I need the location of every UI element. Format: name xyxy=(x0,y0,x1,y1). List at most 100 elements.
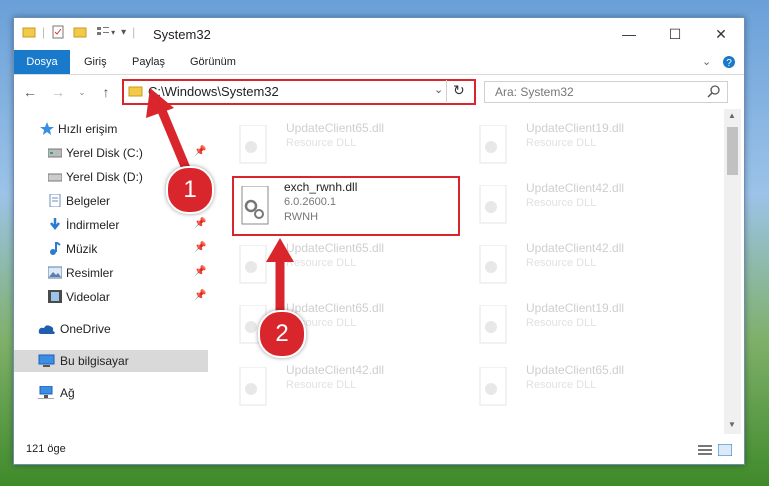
pictures-icon xyxy=(48,266,62,279)
chevron-down-icon[interactable]: ⌄ xyxy=(702,55,711,68)
minimize-button[interactable]: — xyxy=(606,18,652,50)
search-icon[interactable] xyxy=(707,85,721,99)
file-item[interactable]: UpdateClient42.dll Resource DLL xyxy=(230,359,450,415)
ribbon-tabs: Dosya Giriş Paylaş Görünüm ⌄ ? xyxy=(14,50,744,75)
file-name: UpdateClient65.dll xyxy=(286,121,385,135)
status-bar: 121 öge xyxy=(14,434,744,464)
file-name: UpdateClient65.dll xyxy=(526,363,625,377)
address-path: C:\Windows\System32 xyxy=(148,84,279,99)
sidebar-item-label: Ağ xyxy=(60,386,75,400)
pin-icon[interactable]: 📌 xyxy=(194,242,206,253)
tab-share[interactable]: Paylaş xyxy=(122,50,175,74)
file-item[interactable]: UpdateClient65.dll Resource DLL xyxy=(470,359,690,415)
sidebar-item-label: Müzik xyxy=(66,242,98,256)
title-bar: | ▾ ▾ | System32 — ☐ ✕ xyxy=(14,18,744,50)
file-description: Resource DLL xyxy=(526,317,597,329)
dll-file-icon xyxy=(241,186,269,225)
vertical-scrollbar[interactable]: ▲ ▼ xyxy=(724,109,741,434)
file-item[interactable]: UpdateClient65.dll Resource DLL xyxy=(230,237,450,293)
tab-view[interactable]: Görünüm xyxy=(180,50,246,74)
pin-icon[interactable]: 📌 xyxy=(194,146,206,157)
videos-icon xyxy=(48,290,62,303)
file-description: Resource DLL xyxy=(526,257,597,269)
dll-file-icon xyxy=(479,245,507,284)
sidebar-item-disk-c[interactable]: Yerel Disk (C:) 📌 xyxy=(14,142,208,164)
dll-file-icon xyxy=(479,305,507,344)
close-button[interactable]: ✕ xyxy=(698,18,744,50)
sidebar-item-label: Videolar xyxy=(66,290,110,304)
refresh-icon[interactable]: ↻ xyxy=(453,82,465,99)
file-item[interactable]: UpdateClient65.dll Resource DLL xyxy=(230,117,450,173)
file-description: Resource DLL xyxy=(526,137,597,149)
file-list: UpdateClient65.dll Resource DLL UpdateCl… xyxy=(210,109,724,434)
pin-icon[interactable]: 📌 xyxy=(194,218,206,229)
dll-file-icon xyxy=(239,367,267,406)
file-version: 6.0.2600.1 xyxy=(284,196,336,208)
callout-2: 2 xyxy=(258,310,306,358)
sidebar-item-this-pc[interactable]: Bu bilgisayar xyxy=(14,350,208,372)
file-item[interactable]: UpdateClient19.dll Resource DLL xyxy=(470,117,690,173)
help-icon[interactable]: ? xyxy=(722,55,736,69)
search-box[interactable]: Ara: System32 xyxy=(484,81,728,103)
details-view-icon[interactable] xyxy=(698,444,712,456)
scroll-down-icon[interactable]: ▼ xyxy=(728,420,736,429)
dll-file-icon xyxy=(479,125,507,164)
back-button[interactable]: ← xyxy=(20,82,40,102)
sidebar-item-label: Yerel Disk (D:) xyxy=(66,170,143,184)
recent-locations-button[interactable]: ⌄ xyxy=(72,82,92,102)
view-icon[interactable] xyxy=(95,25,111,39)
file-name: UpdateClient42.dll xyxy=(286,363,385,377)
cloud-icon xyxy=(38,325,55,334)
drive-icon xyxy=(48,173,62,182)
file-description: Resource DLL xyxy=(286,379,357,391)
up-button[interactable]: ↑ xyxy=(96,82,116,102)
separator: | xyxy=(132,25,136,39)
tab-home[interactable]: Giriş xyxy=(74,50,117,74)
file-item[interactable]: UpdateClient42.dll Resource DLL xyxy=(470,177,690,233)
maximize-button[interactable]: ☐ xyxy=(652,18,698,50)
sidebar-item-label: Belgeler xyxy=(66,194,111,208)
file-name: UpdateClient65.dll xyxy=(286,241,385,255)
file-item-exch-rwnh[interactable]: exch_rwnh.dll 6.0.2600.1 RWNH xyxy=(232,176,460,236)
file-description: RWNH xyxy=(284,211,319,223)
scroll-up-icon[interactable]: ▲ xyxy=(728,111,736,120)
dll-file-icon xyxy=(479,185,507,224)
address-bar[interactable]: C:\Windows\System32 ⌄ ↻ xyxy=(122,79,476,105)
file-name: UpdateClient42.dll xyxy=(526,241,625,255)
sidebar-item-label: İndirmeler xyxy=(66,218,120,232)
sidebar-item-videos[interactable]: Videolar 📌 xyxy=(14,286,208,308)
file-description: Resource DLL xyxy=(286,257,357,269)
sidebar-item-label: Hızlı erişim xyxy=(58,122,118,136)
download-icon xyxy=(50,218,60,231)
scrollbar-thumb[interactable] xyxy=(727,127,738,175)
sidebar-item-music[interactable]: Müzik 📌 xyxy=(14,238,208,260)
chevron-down-icon[interactable]: ⌄ xyxy=(434,83,443,96)
sidebar-item-onedrive[interactable]: OneDrive xyxy=(14,318,208,340)
new-folder-icon[interactable] xyxy=(73,25,89,39)
separator: | xyxy=(42,25,46,39)
file-name: exch_rwnh.dll xyxy=(284,180,358,194)
drive-icon xyxy=(48,148,62,158)
sidebar-item-network[interactable]: Ağ xyxy=(14,382,208,404)
quick-access-toolbar: | ▾ ▾ | xyxy=(22,25,135,39)
search-input[interactable]: Ara: System32 xyxy=(495,85,574,99)
sidebar-item-quick-access[interactable]: Hızlı erişim xyxy=(14,118,208,140)
sidebar-item-label: Yerel Disk (C:) xyxy=(66,146,143,160)
sidebar-item-pictures[interactable]: Resimler 📌 xyxy=(14,262,208,284)
folder-icon[interactable] xyxy=(22,25,36,39)
svg-text:?: ? xyxy=(726,58,732,69)
tab-file[interactable]: Dosya xyxy=(14,50,70,74)
chevron-down-icon[interactable]: ▾ xyxy=(111,28,115,37)
file-description: Resource DLL xyxy=(526,197,597,209)
sidebar-item-downloads[interactable]: İndirmeler 📌 xyxy=(14,214,208,236)
large-icons-view-icon[interactable] xyxy=(718,444,732,456)
computer-icon xyxy=(38,354,55,367)
pin-icon[interactable]: 📌 xyxy=(194,290,206,301)
sidebar-item-label: Bu bilgisayar xyxy=(60,354,129,368)
file-item[interactable]: UpdateClient19.dll Resource DLL xyxy=(470,297,690,353)
properties-icon[interactable] xyxy=(51,25,65,39)
customize-toolbar-icon[interactable]: ▾ xyxy=(121,27,126,38)
file-item[interactable]: UpdateClient42.dll Resource DLL xyxy=(470,237,690,293)
pin-icon[interactable]: 📌 xyxy=(194,266,206,277)
forward-button[interactable]: → xyxy=(48,82,68,102)
